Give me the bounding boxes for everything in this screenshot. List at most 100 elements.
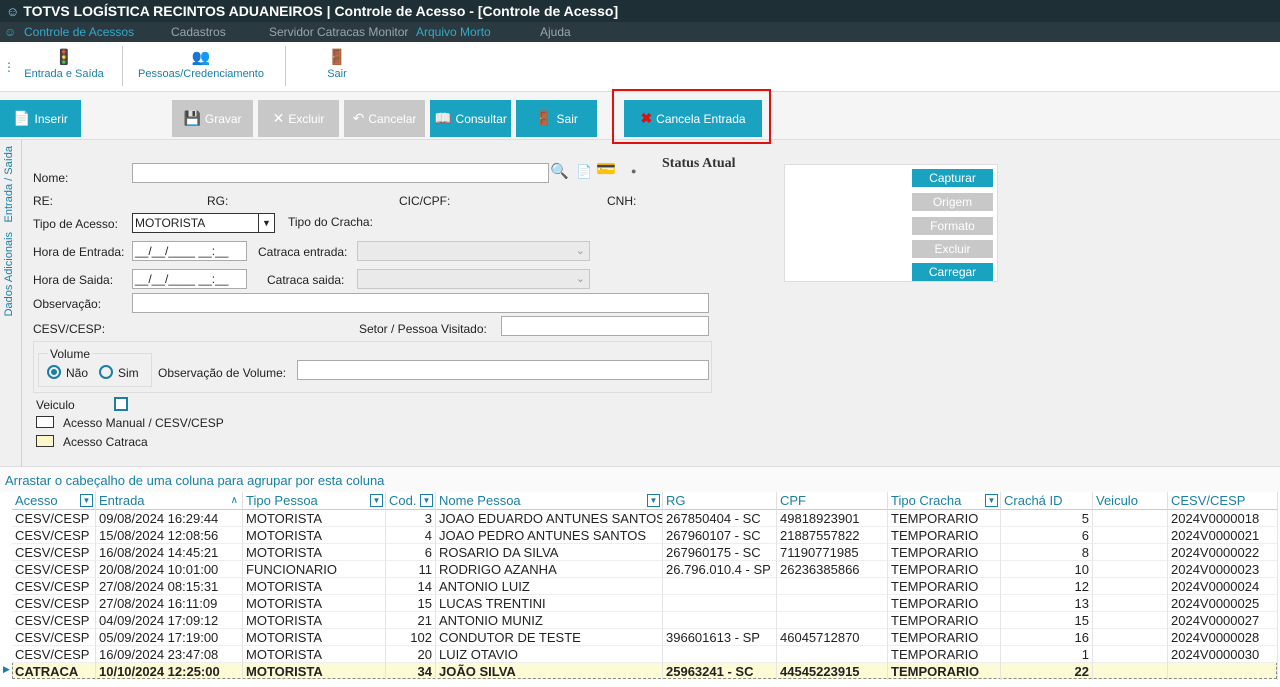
grid-cell-cod[interactable]: 20 [386,646,436,663]
setor-input[interactable] [501,316,709,336]
id-card-icon[interactable]: 💳 [596,159,616,179]
grid-cell-tipo-cracha[interactable]: TEMPORARIO [888,646,1001,663]
grid-cell-cpf[interactable] [777,595,888,612]
grid-cell-cesv-cesp[interactable]: 2024V0000030 [1168,646,1278,663]
grid-cell-cod[interactable]: 21 [386,612,436,629]
grid-cell-tipo-cracha[interactable]: TEMPORARIO [888,527,1001,544]
grid-cell-cracha-id[interactable]: 5 [1001,510,1093,527]
excluir-foto-button[interactable]: Excluir [912,240,993,258]
grid-cell-veiculo[interactable] [1093,595,1168,612]
grid-cell-veiculo[interactable] [1093,561,1168,578]
carregar-button[interactable]: Carregar [912,263,993,281]
grid-cell-tipo-pessoa[interactable]: MOTORISTA [243,629,386,646]
grid-cell-cracha-id[interactable]: 16 [1001,629,1093,646]
filter-dropdown-icon[interactable]: ▼ [370,494,383,507]
grid-cell-cracha-id[interactable]: 13 [1001,595,1093,612]
grid-cell-nome-pessoa[interactable]: ANTONIO MUNIZ [436,612,663,629]
grid-cell-acesso[interactable]: CESV/CESP [12,646,96,663]
grid-cell-nome-pessoa[interactable]: CONDUTOR DE TESTE [436,629,663,646]
formato-button[interactable]: Formato [912,217,993,235]
grid-cell-entrada[interactable]: 16/08/2024 14:45:21 [96,544,243,561]
capturar-button[interactable]: Capturar [912,169,993,187]
column-header-nome-pessoa[interactable]: Nome Pessoa ▼ [436,492,663,510]
grid-cell-cesv-cesp[interactable]: 2024V0000022 [1168,544,1278,561]
grid-cell-rg[interactable]: 267850404 - SC [663,510,777,527]
grid-cell-nome-pessoa[interactable]: JOAO EDUARDO ANTUNES SANTOS [436,510,663,527]
grid-cell-cracha-id[interactable]: 12 [1001,578,1093,595]
grid-cell-acesso[interactable]: CESV/CESP [12,510,96,527]
sair-button[interactable]: 🚪 Sair [516,100,597,137]
grid-cell-cracha-id[interactable]: 10 [1001,561,1093,578]
grid-cell-veiculo[interactable] [1093,578,1168,595]
grid-cell-acesso[interactable]: CESV/CESP [12,612,96,629]
grid-cell-veiculo[interactable] [1093,646,1168,663]
observacao-input[interactable] [132,293,709,313]
menu-cadastros[interactable]: Cadastros [171,25,226,39]
grid-cell-cpf[interactable] [777,646,888,663]
grid-cell-nome-pessoa[interactable]: RODRIGO AZANHA [436,561,663,578]
grid-cell-tipo-pessoa[interactable]: MOTORISTA [243,544,386,561]
grid-cell-cpf[interactable] [777,578,888,595]
grid-cell-rg[interactable] [663,578,777,595]
grid-cell-cpf[interactable]: 21887557822 [777,527,888,544]
grid-cell-cracha-id[interactable]: 15 [1001,612,1093,629]
grid-cell-cpf[interactable]: 44545223915 [777,663,888,680]
excluir-button[interactable]: ✕ Excluir [258,100,339,137]
grid-cell-cesv-cesp[interactable]: 2024V0000023 [1168,561,1278,578]
filter-dropdown-icon[interactable]: ▼ [985,494,998,507]
grid-cell-rg[interactable]: 396601613 - SP [663,629,777,646]
grid-cell-acesso[interactable]: CATRACA [12,663,96,680]
grid-cell-cod[interactable]: 14 [386,578,436,595]
grid-cell-rg[interactable]: 26.796.010.4 - SP [663,561,777,578]
grid-cell-rg[interactable] [663,646,777,663]
column-header-cracha-id[interactable]: Crachá ID [1001,492,1093,510]
grid-cell-entrada[interactable]: 20/08/2024 10:01:00 [96,561,243,578]
tipo-acesso-select[interactable]: MOTORISTA ▼ [132,213,275,233]
search-icon[interactable]: 🔍 [550,162,569,180]
grid-cell-cod[interactable]: 15 [386,595,436,612]
hora-entrada-input[interactable]: __/__/____ __:__ [132,241,247,261]
column-header-cod[interactable]: Cod. ▼ [386,492,436,510]
grid-cell-tipo-cracha[interactable]: TEMPORARIO [888,595,1001,612]
menu-arquivo-morto[interactable]: Arquivo Morto [416,25,491,39]
filter-dropdown-icon[interactable]: ▼ [80,494,93,507]
grid-cell-nome-pessoa[interactable]: LUCAS TRENTINI [436,595,663,612]
grid-cell-veiculo[interactable] [1093,663,1168,680]
document-icon[interactable]: 📄 [576,164,592,180]
volume-nao-radio[interactable] [47,365,61,379]
grid-cell-tipo-cracha[interactable]: TEMPORARIO [888,561,1001,578]
grid-cell-entrada[interactable]: 16/09/2024 23:47:08 [96,646,243,663]
grid-cell-cracha-id[interactable]: 1 [1001,646,1093,663]
tab-entrada-saida[interactable]: Entrada / Saída [3,146,15,222]
grid-cell-cod[interactable]: 3 [386,510,436,527]
grid-cell-entrada[interactable]: 27/08/2024 08:15:31 [96,578,243,595]
grid-cell-rg[interactable]: 25963241 - SC [663,663,777,680]
column-header-rg[interactable]: RG [663,492,777,510]
grid-cell-acesso[interactable]: CESV/CESP [12,578,96,595]
grid-cell-entrada[interactable]: 05/09/2024 17:19:00 [96,629,243,646]
cancelar-button[interactable]: ↶ Cancelar [344,100,425,137]
grid-cell-acesso[interactable]: CESV/CESP [12,629,96,646]
hora-saida-input[interactable]: __/__/____ __:__ [132,269,247,289]
column-header-acesso[interactable]: Acesso ▼ [12,492,96,510]
grid-cell-cpf[interactable]: 49818923901 [777,510,888,527]
catraca-saida-select[interactable]: ⌄ [357,269,590,289]
grid-cell-nome-pessoa[interactable]: ROSARIO DA SILVA [436,544,663,561]
column-header-entrada[interactable]: Entrada ∧ [96,492,243,510]
nome-input[interactable] [132,163,549,183]
grid-cell-nome-pessoa[interactable]: JOÃO SILVA [436,663,663,680]
menu-controle-acessos[interactable]: Controle de Acessos [24,25,134,39]
grid-cell-cod[interactable]: 11 [386,561,436,578]
grid-cell-tipo-pessoa[interactable]: MOTORISTA [243,663,386,680]
grid-cell-entrada[interactable]: 10/10/2024 12:25:00 [96,663,243,680]
grid-cell-tipo-cracha[interactable]: TEMPORARIO [888,544,1001,561]
grid-cell-tipo-pessoa[interactable]: MOTORISTA [243,510,386,527]
volume-sim-radio[interactable] [99,365,113,379]
grid-cell-cesv-cesp[interactable]: 2024V0000021 [1168,527,1278,544]
grid-cell-rg[interactable] [663,612,777,629]
grid-cell-cesv-cesp[interactable]: 2024V0000025 [1168,595,1278,612]
grid-cell-cpf[interactable]: 26236385866 [777,561,888,578]
grid-cell-nome-pessoa[interactable]: ANTONIO LUIZ [436,578,663,595]
grid-cell-veiculo[interactable] [1093,629,1168,646]
menu-servidor-catracas[interactable]: Servidor Catracas Monitor [269,25,408,39]
